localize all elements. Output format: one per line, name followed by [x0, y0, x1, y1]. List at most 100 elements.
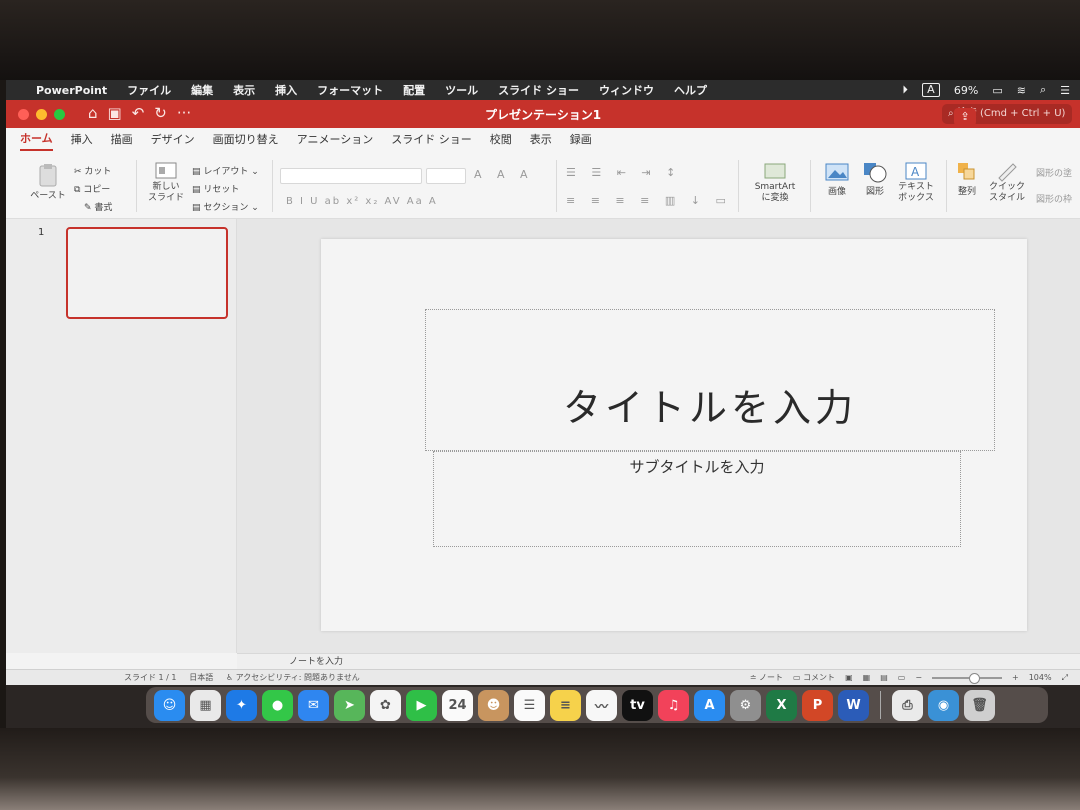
tab-draw[interactable]: 描画	[111, 131, 133, 150]
notes-pane[interactable]: ノートを入力	[237, 653, 1080, 669]
contacts-icon[interactable]: ☻	[478, 689, 509, 721]
tab-record[interactable]: 録画	[570, 131, 592, 150]
section-button[interactable]: ▤ セクション ⌄	[192, 200, 259, 213]
tab-transitions[interactable]: 画面切り替え	[213, 131, 279, 150]
tab-view[interactable]: 表示	[530, 131, 552, 150]
notes-icon[interactable]: ≡	[550, 689, 581, 721]
cut-button[interactable]: ✂ カット	[74, 164, 111, 177]
excel-icon[interactable]: X	[766, 689, 797, 721]
menu-help[interactable]: ヘルプ	[674, 82, 707, 98]
menu-edit[interactable]: 編集	[191, 82, 213, 98]
facetime-icon[interactable]: ▶	[406, 689, 437, 721]
control-center-icon[interactable]: ☰	[1060, 84, 1070, 97]
launchpad-icon[interactable]: ▦	[190, 689, 221, 721]
notes-toggle-button[interactable]: ≐ ノート	[750, 670, 783, 686]
list-tools[interactable]: ☰ ☰ ⇤ ⇥ ↕	[566, 166, 681, 179]
menu-view[interactable]: 表示	[233, 82, 255, 98]
music-icon[interactable]: ♫	[658, 689, 689, 721]
new-slide-button[interactable]: 新しい スライド	[146, 158, 186, 204]
menu-file[interactable]: ファイル	[127, 82, 171, 98]
title-placeholder[interactable]: タイトルを入力	[425, 309, 995, 451]
slide-canvas[interactable]: タイトルを入力 サブタイトルを入力	[321, 239, 1027, 631]
font-name-select[interactable]	[280, 168, 422, 184]
fit-window-icon[interactable]: ⤢	[1062, 670, 1068, 686]
slide-thumbnail[interactable]	[66, 227, 228, 319]
safari-icon[interactable]: ✦	[226, 689, 257, 721]
picture-button[interactable]: 画像	[820, 160, 854, 197]
play-icon[interactable]: ⏵	[902, 83, 908, 97]
section-label: セクション	[203, 203, 249, 213]
subtitle-placeholder[interactable]: サブタイトルを入力	[433, 451, 961, 547]
menu-insert[interactable]: 挿入	[275, 82, 297, 98]
status-left: スライド 1 / 1 日本語 ♿ アクセシビリティ: 問題ありません	[124, 670, 360, 686]
menu-arrange[interactable]: 配置	[403, 82, 425, 98]
divider	[810, 160, 811, 212]
menu-tools[interactable]: ツール	[445, 82, 478, 98]
app-menu[interactable]: PowerPoint	[36, 84, 107, 97]
battery-percent[interactable]: 69%	[954, 84, 978, 97]
zoom-slider[interactable]	[932, 673, 1003, 684]
slide-editor: タイトルを入力 サブタイトルを入力	[237, 219, 1080, 653]
reset-button[interactable]: ▤ リセット	[192, 182, 239, 195]
settings-icon[interactable]: ⚙	[730, 689, 761, 721]
tab-design[interactable]: デザイン	[151, 131, 195, 150]
zoom-in-icon[interactable]: +	[1012, 670, 1019, 686]
battery-icon[interactable]: ▭	[992, 84, 1002, 97]
shape-fill-button[interactable]: 図形の塗	[1036, 166, 1072, 179]
word-icon[interactable]: W	[838, 689, 869, 721]
reading-view-icon[interactable]: ▤	[880, 670, 888, 686]
zoom-out-icon[interactable]: −	[915, 670, 922, 686]
reminders-icon[interactable]: ☰	[514, 689, 545, 721]
convert-smartart-button[interactable]: SmartArt に変換	[746, 160, 804, 204]
font-size-adjust-icons[interactable]: A A A	[474, 168, 534, 181]
input-source-indicator[interactable]: A	[921, 83, 940, 97]
quick-style-button[interactable]: クイック スタイル	[988, 160, 1026, 204]
normal-view-icon[interactable]: ▣	[845, 670, 853, 686]
trash-icon[interactable]: 🗑	[964, 689, 995, 721]
layout-button[interactable]: ▤ レイアウト ⌄	[192, 164, 259, 177]
wifi-icon[interactable]: ≋	[1017, 84, 1026, 97]
font-format-tools[interactable]: B I U ab x² x₂ AV Aa A	[286, 196, 438, 207]
shape-button[interactable]: 図形	[858, 160, 892, 197]
appletv-icon[interactable]: tv	[622, 689, 653, 721]
format-painter-button[interactable]: ✎ 書式	[84, 200, 112, 213]
slideshow-view-icon[interactable]: ▭	[898, 670, 906, 686]
textbox-button[interactable]: A テキスト ボックス	[896, 160, 936, 204]
messages-icon[interactable]: ●	[262, 689, 293, 721]
tab-review[interactable]: 校閲	[490, 131, 512, 150]
tab-animations[interactable]: アニメーション	[297, 131, 374, 150]
paste-button[interactable]: ペースト	[28, 162, 68, 201]
sorter-view-icon[interactable]: ▦	[863, 670, 871, 686]
share-icon[interactable]: ⇪	[954, 108, 976, 126]
font-size-select[interactable]	[426, 168, 466, 184]
menu-window[interactable]: ウィンドウ	[599, 82, 654, 98]
shape-outline-button[interactable]: 図形の枠	[1036, 192, 1072, 205]
freeform-icon[interactable]: 〰	[586, 689, 617, 721]
menu-format[interactable]: フォーマット	[317, 82, 383, 98]
mail-icon[interactable]: ✉	[298, 689, 329, 721]
printer-icon[interactable]: ⎙	[892, 689, 923, 721]
downloads-icon[interactable]: ◉	[928, 689, 959, 721]
format-label: 書式	[94, 203, 113, 213]
zoom-level[interactable]: 104%	[1029, 670, 1052, 686]
tab-insert[interactable]: 挿入	[71, 131, 93, 150]
align-tools[interactable]: ≡ ≡ ≡ ≡ ▥ ↓ ▭	[566, 194, 732, 207]
tab-slideshow[interactable]: スライド ショー	[391, 131, 472, 150]
photos-icon[interactable]: ✿	[370, 689, 401, 721]
spotlight-icon[interactable]: ⌕	[1040, 83, 1046, 97]
appstore-icon[interactable]: A	[694, 689, 725, 721]
finder-icon[interactable]: ☺	[154, 689, 185, 721]
accessibility-status[interactable]: アクセシビリティ: 問題ありません	[236, 673, 360, 682]
zoom-slider-knob[interactable]	[969, 673, 981, 684]
maps-icon[interactable]: ➤	[334, 689, 365, 721]
tab-home[interactable]: ホーム	[20, 130, 53, 151]
subtitle-placeholder-text: サブタイトルを入力	[629, 458, 765, 476]
powerpoint-icon[interactable]: P	[802, 689, 833, 721]
arrange-button[interactable]: 整列	[952, 160, 982, 197]
comments-button[interactable]: ▭ コメント	[793, 670, 835, 686]
calendar-icon[interactable]: 24	[442, 689, 473, 721]
notes-placeholder: ノートを入力	[289, 657, 344, 667]
copy-button[interactable]: ⧉ コピー	[74, 182, 110, 195]
menu-slideshow[interactable]: スライド ショー	[498, 82, 579, 98]
language-indicator[interactable]: 日本語	[189, 673, 213, 682]
